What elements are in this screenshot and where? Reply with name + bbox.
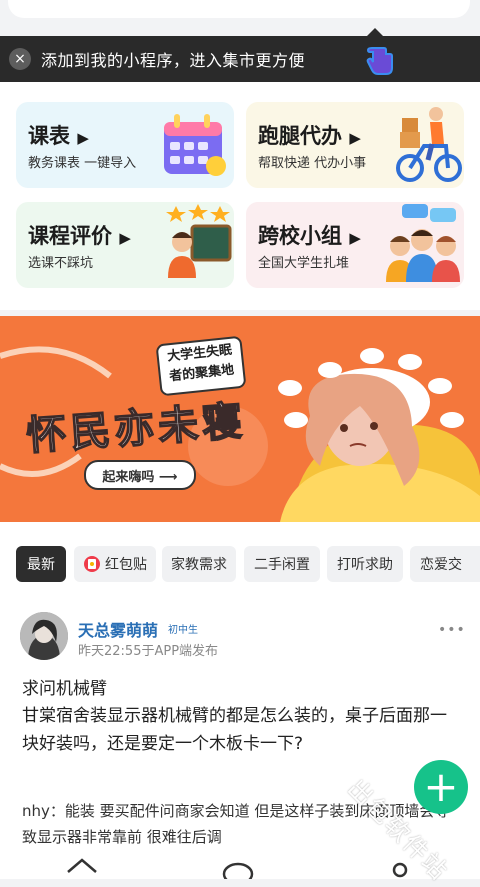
user-badge: 初中生 bbox=[168, 625, 198, 636]
banner-bubble: 大学生失眠 者的聚集地 bbox=[155, 335, 247, 397]
group-people-icon bbox=[386, 204, 460, 282]
feature-card-errand[interactable]: 跑腿代办 ▶ 帮取快递 代办小事 bbox=[246, 102, 464, 188]
post-title: 求问机械臂 bbox=[22, 679, 107, 699]
red-packet-icon bbox=[84, 556, 100, 572]
feature-card-cross-school[interactable]: 跨校小组 ▶ 全国大学生扎堆 bbox=[246, 202, 464, 288]
tip-text: 添加到我的小程序，进入集市更方便 bbox=[41, 51, 306, 70]
tab-latest[interactable]: 最新 bbox=[16, 546, 66, 582]
post-meta: 昨天22:55于APP端发布 bbox=[78, 644, 219, 659]
tab-ask-help[interactable]: 打听求助 bbox=[327, 546, 403, 582]
post-body: 甘棠宿舍装显示器机械臂的都是怎么装的，桌子后面那一块好装吗，还是要定一个木板卡一… bbox=[22, 706, 447, 754]
feature-subtitle: 全国大学生扎堆 bbox=[258, 256, 350, 271]
home-icon bbox=[67, 858, 97, 873]
chat-icon bbox=[222, 862, 254, 879]
avatar-image bbox=[20, 612, 68, 660]
feature-card-timetable[interactable]: 课表 ▶ 教务课表 一键导入 bbox=[16, 102, 234, 188]
banner-cta-button[interactable]: 起来嗨吗 ⟶ bbox=[84, 460, 196, 490]
profile-icon bbox=[392, 862, 408, 878]
feature-title: 跑腿代办 ▶ bbox=[258, 124, 361, 148]
feature-subtitle: 选课不踩坑 bbox=[28, 256, 94, 271]
feature-grid: 课表 ▶ 教务课表 一键导入 跑腿代办 ▶ 帮取快递 代办小事 课程评价 ▶ 选… bbox=[0, 82, 480, 310]
calendar-icon bbox=[164, 114, 226, 176]
close-icon[interactable]: × bbox=[9, 48, 31, 70]
feature-card-course-review[interactable]: 课程评价 ▶ 选课不踩坑 bbox=[16, 202, 234, 288]
tab-red-packet[interactable]: 红包贴 bbox=[74, 546, 156, 582]
add-miniprogram-tip: × 添加到我的小程序，进入集市更方便 bbox=[0, 36, 480, 82]
promo-banner[interactable]: 大学生失眠 者的聚集地 怀民亦未寝 起来嗨吗 ⟶ bbox=[0, 316, 480, 522]
more-options-icon[interactable]: ••• bbox=[438, 622, 466, 638]
feature-title: 课表 ▶ bbox=[28, 124, 89, 148]
teacher-icon bbox=[166, 204, 232, 278]
previous-card-fragment bbox=[8, 0, 470, 18]
tab-tutor[interactable]: 家教需求 bbox=[162, 546, 236, 582]
feature-title: 跨校小组 ▶ bbox=[258, 224, 361, 248]
new-post-button[interactable]: + bbox=[414, 760, 468, 814]
category-tabs-area bbox=[0, 522, 480, 608]
tab-second-hand[interactable]: 二手闲置 bbox=[244, 546, 320, 582]
tab-dating[interactable]: 恋爱交 bbox=[410, 546, 480, 582]
feature-subtitle: 教务课表 一键导入 bbox=[28, 156, 137, 171]
delivery-bike-icon bbox=[396, 107, 462, 182]
feature-title: 课程评价 ▶ bbox=[28, 224, 131, 248]
post-username[interactable]: 天总雾萌萌 bbox=[78, 617, 158, 641]
avatar[interactable] bbox=[20, 612, 68, 660]
pointing-hand-icon bbox=[366, 47, 393, 75]
feature-subtitle: 帮取快递 代办小事 bbox=[258, 156, 367, 171]
